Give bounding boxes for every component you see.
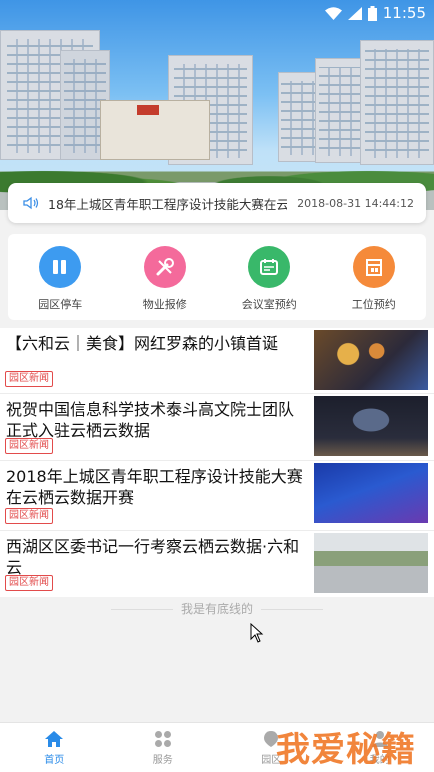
service-label: 工位预约 — [351, 298, 396, 311]
service-label: 会议室预约 — [241, 298, 297, 311]
news-list: 【六和云｜美食】网红罗森的小镇首诞 园区新闻 祝贺中国信息科学技术泰斗高文院士团… — [0, 328, 434, 597]
tab-home[interactable]: 首页 — [0, 723, 109, 772]
news-thumbnail[interactable] — [314, 396, 428, 456]
news-ticker[interactable]: 18年上城区青年职工程序设计技能大赛在云栖云 2018-08-31 14:44:… — [8, 183, 426, 223]
service-label: 园区停车 — [38, 298, 83, 311]
service-label: 物业报修 — [142, 298, 187, 311]
news-tag: 园区新闻 — [5, 575, 53, 591]
service-repair[interactable]: 物业报修 — [113, 234, 218, 320]
status-bar: 11:55 — [0, 0, 434, 26]
repair-icon — [143, 246, 186, 288]
battery-icon — [367, 5, 377, 21]
news-title[interactable]: 祝贺中国信息科学技术泰斗高文院士团队正式入驻云栖云数据 — [6, 399, 306, 441]
watermark-logo: 我爱秘籍 — [276, 730, 416, 770]
workstation-icon — [352, 246, 395, 288]
tab-label: 服务 — [152, 754, 173, 766]
tab-label: 首页 — [44, 754, 65, 766]
quick-services: 园区停车 物业报修 会议室预约 工位预约 — [8, 234, 426, 320]
hero-banner[interactable]: 11:55 — [0, 0, 434, 210]
signal-icon — [347, 6, 362, 20]
news-tag: 园区新闻 — [5, 438, 53, 454]
ticker-headline[interactable]: 18年上城区青年职工程序设计技能大赛在云栖云 — [48, 194, 287, 213]
news-item[interactable]: 西湖区区委书记一行考察云栖云数据·六和云 园区新闻 — [0, 531, 434, 597]
news-item[interactable]: 2018年上城区青年职工程序设计技能大赛在云栖云数据开赛 园区新闻 — [0, 461, 434, 531]
home-icon — [45, 730, 64, 747]
news-thumbnail[interactable] — [314, 533, 428, 593]
ticker-date: 2018-08-31 14:44:12 — [297, 196, 414, 210]
parking-icon — [39, 246, 82, 288]
service-meeting-room[interactable]: 会议室预约 — [217, 234, 322, 320]
status-time: 11:55 — [382, 4, 426, 22]
news-tag: 园区新闻 — [5, 371, 53, 387]
news-thumbnail[interactable] — [314, 330, 428, 390]
news-item[interactable]: 【六和云｜美食】网红罗森的小镇首诞 园区新闻 — [0, 328, 434, 394]
wifi-icon — [324, 6, 342, 20]
news-item[interactable]: 祝贺中国信息科学技术泰斗高文院士团队正式入驻云栖云数据 园区新闻 — [0, 394, 434, 461]
news-title[interactable]: 2018年上城区青年职工程序设计技能大赛在云栖云数据开赛 — [6, 466, 306, 508]
news-title[interactable]: 【六和云｜美食】网红罗森的小镇首诞 — [6, 333, 306, 354]
news-tag: 园区新闻 — [5, 508, 53, 524]
news-title[interactable]: 西湖区区委书记一行考察云栖云数据·六和云 — [6, 536, 306, 578]
service-workstation[interactable]: 工位预约 — [322, 234, 427, 320]
service-parking[interactable]: 园区停车 — [8, 234, 113, 320]
speaker-icon — [23, 196, 39, 210]
list-end-text: 我是有底线的 — [0, 600, 434, 617]
mouse-cursor-icon — [250, 623, 264, 643]
meeting-room-icon — [248, 246, 291, 288]
tab-services[interactable]: 服务 — [109, 723, 218, 772]
grid-icon — [154, 730, 171, 747]
news-thumbnail[interactable] — [314, 463, 428, 523]
